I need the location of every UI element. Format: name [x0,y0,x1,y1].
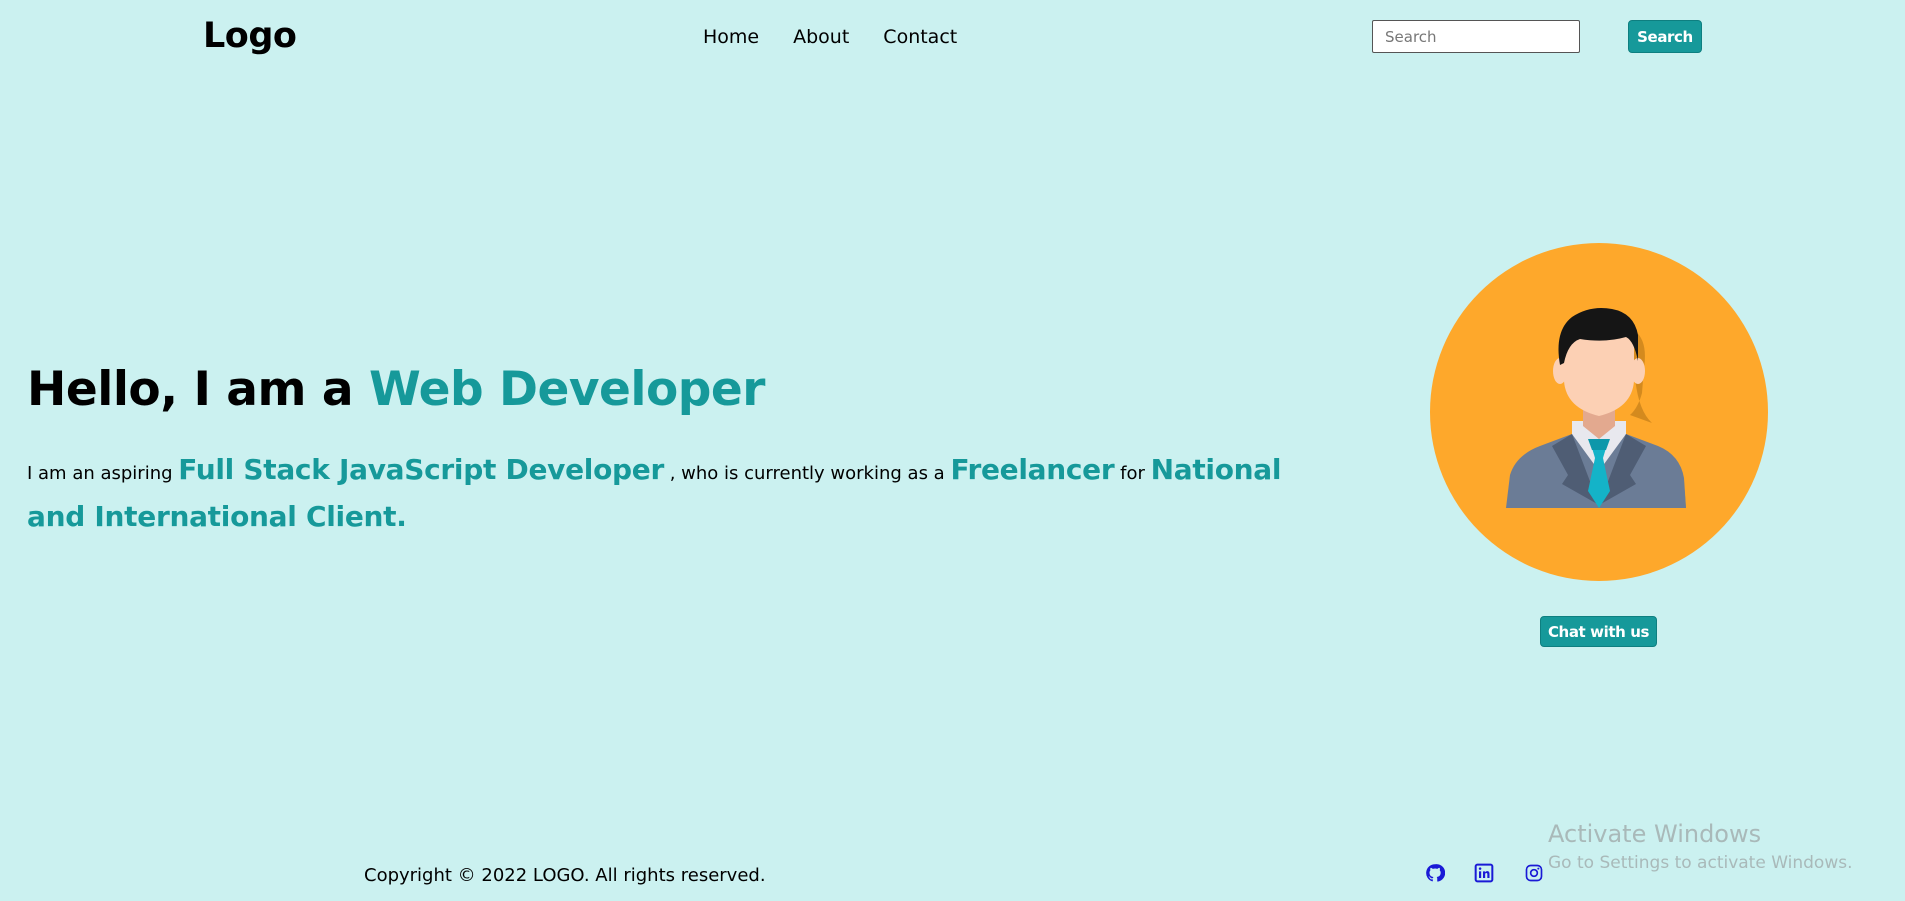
logo[interactable]: Logo [203,16,297,56]
hero-title-prefix: Hello, I am a [27,362,354,417]
linkedin-icon[interactable] [1474,863,1496,885]
hero-text-1: I am an aspiring [27,463,173,484]
search-input[interactable] [1372,20,1580,53]
hero-text-2: , who is currently working as a [669,463,945,484]
nav-home-link[interactable]: Home [703,26,759,48]
businessman-avatar-icon [1430,243,1768,581]
hero-highlight-freelancer: Freelancer [950,453,1115,486]
github-icon[interactable] [1425,863,1447,885]
hero-title: Hello, I am a Web Developer [27,362,766,417]
chat-with-us-button[interactable]: Chat with us [1540,616,1657,647]
hero-description: I am an aspiring Full Stack JavaScript D… [27,448,1317,542]
main-nav: Home About Contact [703,26,957,48]
nav-contact-link[interactable]: Contact [883,26,957,48]
search-button[interactable]: Search [1628,20,1702,53]
windows-activation-watermark-title: Activate Windows [1548,820,1762,848]
footer-copyright: Copyright © 2022 LOGO. All rights reserv… [364,865,766,886]
hero-title-accent: Web Developer [368,362,766,417]
portfolio-page: Logo Home About Contact Search Hello, I … [0,0,1905,901]
nav-about-link[interactable]: About [793,26,849,48]
hero-highlight-role: Full Stack JavaScript Developer [178,453,664,486]
instagram-icon[interactable] [1524,863,1546,885]
windows-activation-watermark-subtitle: Go to Settings to activate Windows. [1548,853,1853,873]
hero-text-3: for [1120,463,1145,484]
